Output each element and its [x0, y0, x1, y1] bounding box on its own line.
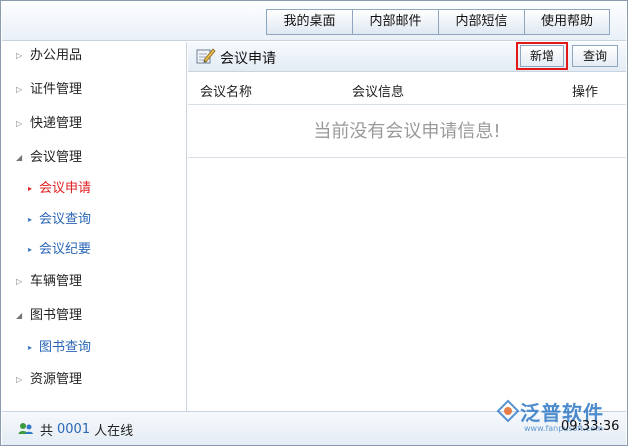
sidebar-item-label: 资源管理 — [30, 372, 83, 387]
column-header-actions: 操作 — [572, 85, 599, 100]
sidebar-item-label: 证件管理 — [30, 82, 83, 97]
edit-pencil-icon — [196, 47, 216, 69]
collapsed-arrow-icon: ▷ — [16, 51, 23, 60]
clock: 09:33:36 — [561, 419, 620, 434]
sidebar-item-vehicles[interactable]: ▷ 车辆管理 — [2, 271, 82, 293]
sidebar-item-express[interactable]: ▷ 快递管理 — [2, 113, 82, 135]
bullet-icon: ▸ — [28, 184, 33, 193]
bullet-icon: ▸ — [28, 215, 33, 224]
online-count: 0001 — [57, 422, 91, 437]
collapsed-arrow-icon: ▷ — [16, 85, 23, 94]
sidebar-subitem-book-query[interactable]: ▸ 图书查询 — [2, 337, 91, 359]
query-button[interactable]: 查询 — [572, 45, 618, 67]
sidebar-item-label: 快递管理 — [30, 116, 83, 131]
brand-logo-icon — [496, 399, 520, 427]
panel-title-text: 会议申请 — [220, 51, 276, 67]
sidebar-subitem-meeting-minutes[interactable]: ▸ 会议纪要 — [2, 239, 91, 261]
expanded-arrow-icon: ◢ — [16, 153, 23, 162]
table-header: 会议名称 会议信息 操作 — [188, 73, 626, 105]
panel-title: 会议申请 — [196, 47, 276, 69]
users-online-icon — [18, 421, 34, 439]
sidebar-item-label: 会议管理 — [30, 150, 83, 165]
sidebar-subitem-meeting-apply[interactable]: ▸ 会议申请 — [2, 178, 91, 200]
sidebar-item-label: 车辆管理 — [30, 274, 83, 289]
sidebar-item-certificates[interactable]: ▷ 证件管理 — [2, 79, 82, 101]
top-nav: 我的桌面 内部邮件 内部短信 使用帮助 — [266, 9, 610, 35]
help-button[interactable]: 使用帮助 — [524, 9, 610, 35]
collapsed-arrow-icon: ▷ — [16, 277, 23, 286]
collapsed-arrow-icon: ▷ — [16, 119, 23, 128]
internal-sms-button[interactable]: 内部短信 — [438, 9, 524, 35]
my-desktop-button[interactable]: 我的桌面 — [266, 9, 352, 35]
sidebar-item-label: 办公用品 — [30, 48, 83, 63]
column-header-meeting-info: 会议信息 — [352, 85, 405, 100]
panel-header: 会议申请 新增 查询 — [188, 42, 626, 72]
sidebar-item-office-supplies[interactable]: ▷ 办公用品 — [2, 45, 82, 67]
internal-mail-button[interactable]: 内部邮件 — [352, 9, 438, 35]
sidebar-subitem-label: 会议查询 — [39, 212, 92, 227]
online-users: 共 0001 人在线 — [18, 420, 133, 439]
top-bar: 我的桌面 内部邮件 内部短信 使用帮助 — [2, 2, 626, 41]
empty-message: 当前没有会议申请信息! — [188, 106, 626, 158]
online-prefix: 共 — [40, 424, 54, 439]
sidebar-item-label: 图书管理 — [30, 308, 83, 323]
online-suffix: 人在线 — [94, 424, 134, 439]
column-header-meeting-name: 会议名称 — [200, 85, 253, 100]
sidebar: ▷ 办公用品 ▷ 证件管理 ▷ 快递管理 ◢ 会议管理 ▸ 会议申请 ▸ 会议查… — [2, 42, 187, 411]
sidebar-subitem-label: 会议纪要 — [39, 242, 92, 257]
sidebar-item-books[interactable]: ◢ 图书管理 — [2, 305, 82, 327]
sidebar-subitem-label: 会议申请 — [39, 181, 92, 196]
sidebar-subitem-label: 图书查询 — [39, 340, 92, 355]
sidebar-item-meetings[interactable]: ◢ 会议管理 — [2, 147, 82, 169]
add-button[interactable]: 新增 — [520, 45, 564, 67]
expanded-arrow-icon: ◢ — [16, 311, 23, 320]
bullet-icon: ▸ — [28, 343, 33, 352]
sidebar-item-resources[interactable]: ▷ 资源管理 — [2, 369, 82, 391]
app-window: 我的桌面 内部邮件 内部短信 使用帮助 ▷ 办公用品 ▷ 证件管理 ▷ 快递管理… — [0, 0, 628, 446]
sidebar-subitem-meeting-query[interactable]: ▸ 会议查询 — [2, 209, 91, 231]
collapsed-arrow-icon: ▷ — [16, 375, 23, 384]
bullet-icon: ▸ — [28, 245, 33, 254]
